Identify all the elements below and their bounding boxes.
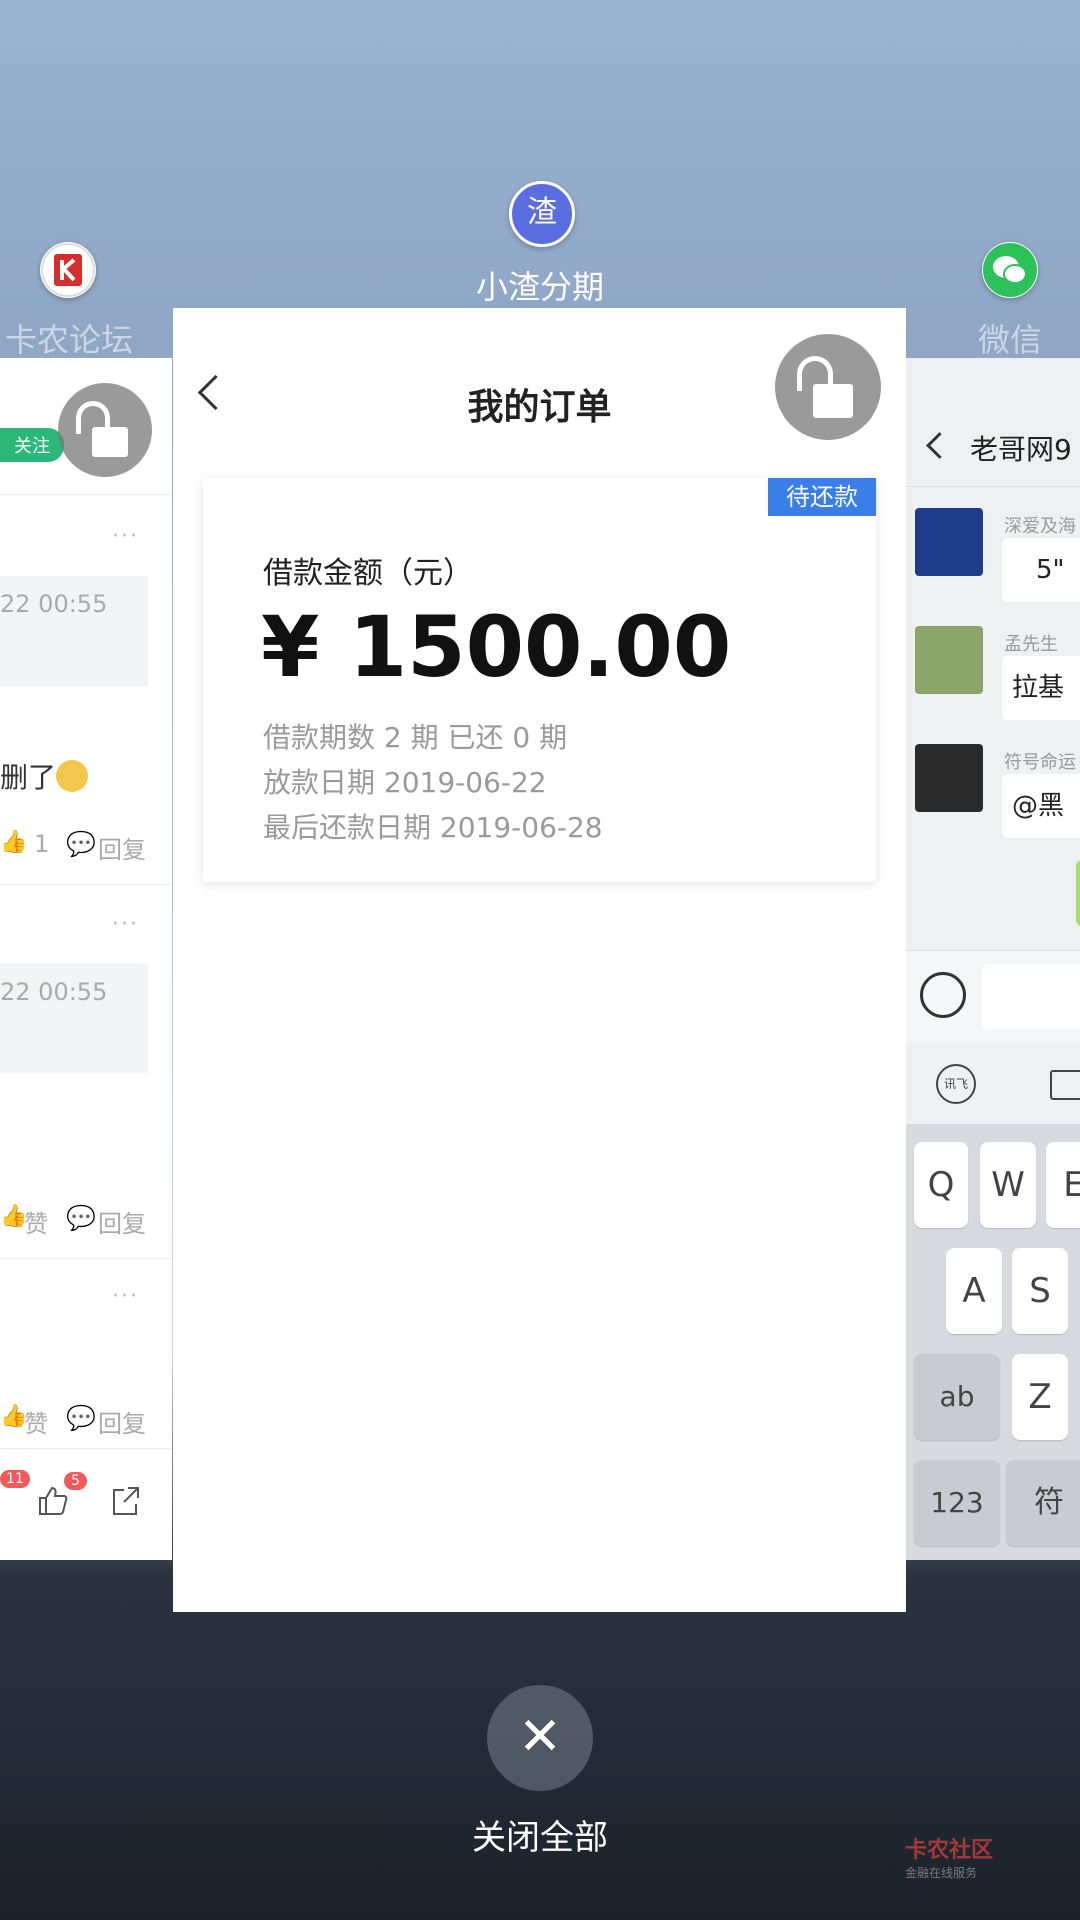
divider bbox=[0, 884, 172, 885]
reply-button[interactable]: 回复 bbox=[98, 1404, 146, 1439]
avatar[interactable] bbox=[915, 626, 983, 694]
xiaozha-logo-icon: 渣 bbox=[527, 195, 557, 230]
sender-name: 符号命运 bbox=[1004, 752, 1076, 773]
like-count-badge: 5 bbox=[64, 1472, 87, 1490]
reply-button[interactable]: 回复 bbox=[98, 830, 146, 865]
comment-icon[interactable]: 💬 bbox=[66, 830, 96, 858]
message-input[interactable] bbox=[982, 964, 1080, 1030]
forum-app-card[interactable]: 关注 ··· 22 00:55 删了 👍 1 💬 回复 ··· 22 00:55… bbox=[0, 358, 172, 1560]
close-icon: ✕ bbox=[518, 1707, 562, 1767]
key-z[interactable]: Z bbox=[1012, 1354, 1068, 1440]
lock-button[interactable] bbox=[775, 334, 881, 440]
loan-periods: 借款期数 2 期 已还 0 期 bbox=[263, 721, 568, 754]
key-s[interactable]: S bbox=[1012, 1248, 1068, 1334]
order-app-card[interactable]: 我的订单 待还款 借款金额（元） ¥ 1500.00 借款期数 2 期 已还 0… bbox=[173, 308, 906, 1612]
key-a[interactable]: A bbox=[946, 1248, 1002, 1334]
key-123[interactable]: 123 bbox=[914, 1460, 1000, 1546]
message-bubble-own[interactable] bbox=[1076, 860, 1080, 926]
divider bbox=[906, 486, 1080, 487]
app-title-left: 卡农论坛 bbox=[4, 321, 133, 359]
last-repay-date: 最后还款日期 2019-06-28 bbox=[263, 811, 603, 844]
message-bubble[interactable]: 拉基 bbox=[1002, 656, 1080, 720]
key-w[interactable]: W bbox=[980, 1142, 1036, 1228]
voice-icon[interactable] bbox=[920, 972, 966, 1018]
post-text: 删了 bbox=[0, 761, 57, 794]
comment-icon[interactable]: 💬 bbox=[66, 1204, 96, 1232]
more-icon[interactable]: ··· bbox=[112, 1284, 139, 1309]
like-button[interactable]: 赞 bbox=[24, 1404, 48, 1439]
avatar[interactable] bbox=[915, 744, 983, 812]
back-icon[interactable] bbox=[926, 432, 953, 459]
lock-body bbox=[92, 427, 128, 457]
wechat-app-card[interactable]: 老哥网9 深爱及海 5" 孟先生 拉基 符号命运 @黑 讯飞 Q W E A S… bbox=[906, 358, 1080, 1560]
kanong-app-icon[interactable] bbox=[40, 242, 96, 298]
order-card[interactable]: 待还款 借款金额（元） ¥ 1500.00 借款期数 2 期 已还 0 期 放款… bbox=[203, 478, 876, 882]
message-bubble[interactable]: @黑 bbox=[1002, 774, 1080, 838]
comment-count-badge: 11 bbox=[0, 1470, 30, 1488]
message-bubble[interactable]: 5" bbox=[1002, 538, 1080, 602]
key-q[interactable]: Q bbox=[914, 1142, 968, 1228]
divider bbox=[0, 494, 172, 495]
like-count: 1 bbox=[34, 830, 50, 858]
close-all-button[interactable]: ✕ bbox=[487, 1685, 593, 1791]
comment-icon[interactable]: 💬 bbox=[66, 1404, 96, 1432]
follow-button[interactable]: 关注 bbox=[0, 428, 64, 462]
reply-button[interactable]: 回复 bbox=[98, 1204, 146, 1239]
lock-body bbox=[813, 384, 853, 418]
post-timestamp: 22 00:55 bbox=[0, 978, 108, 1006]
avatar[interactable] bbox=[915, 508, 983, 576]
sender-name: 深爱及海 bbox=[1004, 516, 1076, 537]
divider bbox=[0, 1258, 172, 1259]
key-e[interactable]: E bbox=[1046, 1142, 1080, 1228]
divider bbox=[0, 1448, 172, 1449]
xunfei-icon[interactable]: 讯飞 bbox=[936, 1064, 976, 1104]
amount-label: 借款金额（元） bbox=[263, 556, 473, 591]
share-icon[interactable] bbox=[108, 1484, 142, 1518]
kanong-logo-icon bbox=[41, 243, 95, 297]
like-button[interactable]: 赞 bbox=[24, 1204, 48, 1239]
loan-date: 放款日期 2019-06-22 bbox=[263, 766, 547, 799]
keyboard-icon[interactable] bbox=[1050, 1070, 1080, 1100]
wechat-logo-icon bbox=[983, 243, 1037, 297]
post-timestamp: 22 00:55 bbox=[0, 590, 108, 618]
watermark-title: 卡农社区 bbox=[905, 1838, 994, 1863]
app-title-right: 微信 bbox=[977, 321, 1042, 359]
app-title-center: 小渣分期 bbox=[475, 268, 604, 306]
watermark-subtitle: 金融在线服务 bbox=[905, 1866, 978, 1880]
key-symbol[interactable]: 符 bbox=[1006, 1460, 1080, 1546]
status-badge: 待还款 bbox=[768, 478, 876, 516]
key-ab[interactable]: ab bbox=[914, 1354, 1000, 1440]
chat-title: 老哥网9 bbox=[970, 433, 1072, 466]
more-icon[interactable]: ··· bbox=[112, 912, 139, 937]
thumbs-up-icon[interactable] bbox=[36, 1484, 70, 1518]
like-icon[interactable]: 👍 bbox=[0, 830, 27, 855]
xiaozha-app-icon[interactable]: 渣 bbox=[509, 181, 575, 247]
watermark-logo: 卡农社区 金融在线服务 bbox=[905, 1832, 993, 1881]
loan-amount: ¥ 1500.00 bbox=[261, 598, 732, 696]
wechat-app-icon[interactable] bbox=[982, 242, 1038, 298]
more-icon[interactable]: ··· bbox=[112, 524, 139, 549]
sender-name: 孟先生 bbox=[1004, 634, 1058, 655]
emoji-icon bbox=[56, 760, 88, 792]
lock-button[interactable] bbox=[58, 383, 152, 477]
